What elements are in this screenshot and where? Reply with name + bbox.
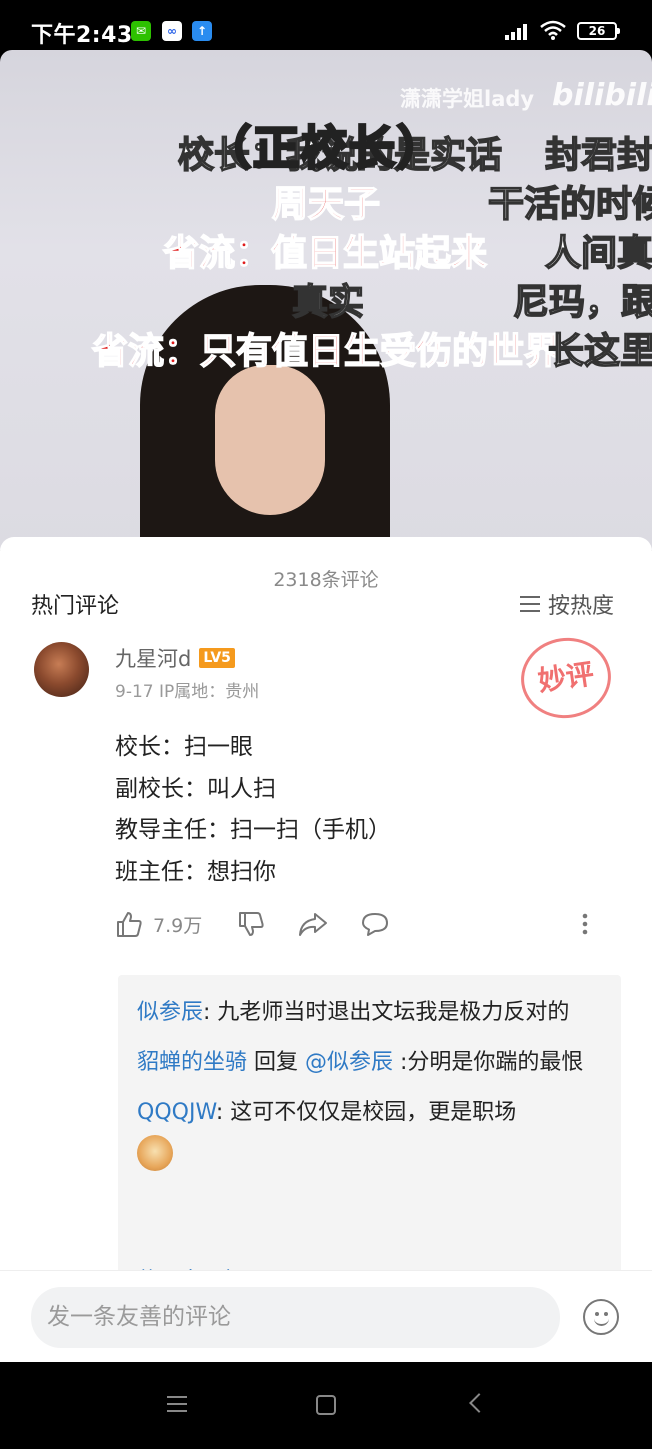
- sort-icon: [520, 596, 540, 612]
- home-icon[interactable]: [316, 1395, 336, 1415]
- danmaku-item: （正校长）: [204, 121, 445, 175]
- level-badge: LV5: [199, 648, 235, 668]
- battery-indicator: 26: [577, 22, 620, 40]
- comment-line: 校长：扫一眼: [115, 734, 253, 760]
- comment-bubble-icon: [362, 913, 388, 936]
- emoji-icon[interactable]: [583, 1299, 619, 1335]
- featured-comment-stamp: 妙评: [515, 632, 617, 724]
- share-button[interactable]: [298, 909, 328, 939]
- reply-text: : 这可不仅仅是校园，更是职场: [215, 1100, 517, 1125]
- reply-text: :分明是你踹的最恨: [393, 1050, 584, 1075]
- comment-body: 校长：扫一眼 副校长：叫人扫 教导主任：扫一扫（手机） 班主任：想扫你: [115, 727, 391, 893]
- more-options-button[interactable]: [578, 909, 592, 939]
- more-vertical-icon: [582, 913, 588, 935]
- hot-comments-heading: 热门评论: [31, 594, 120, 619]
- like-count: 7.9万: [153, 914, 203, 937]
- comment-author[interactable]: 九星河d LV5: [115, 643, 235, 673]
- video-player[interactable]: 潇潇学姐lady bilibili 校长：我说的是实话 （正校长） 封君封 周天…: [0, 50, 652, 550]
- reply-author[interactable]: 貂蝉的坐骑: [137, 1050, 247, 1075]
- comment-input[interactable]: 发一条友善的评论: [31, 1287, 560, 1348]
- danmaku-item: 干活的时候: [487, 184, 652, 226]
- danmaku-item: 省流：只有值日生受伤的世界: [91, 331, 561, 373]
- comment-panel: 2318条评论 热门评论 按热度 九星河d LV5 9-17 IP属地：贵州 妙…: [0, 537, 652, 1362]
- comment-line: 教导主任：扫一扫（手机）: [115, 817, 391, 843]
- signal-icon: [505, 24, 527, 40]
- share-icon: [299, 913, 327, 936]
- reply-mention[interactable]: @似参辰: [305, 1050, 393, 1075]
- wifi-icon: [540, 20, 566, 40]
- danmaku-item: 真实: [291, 282, 365, 324]
- reply-item: 似参辰: 九老师当时退出文坛我是极力反对的: [137, 993, 601, 1033]
- reply-item: 貂蝉的坐骑 回复 @似参辰 :分明是你踹的最恨: [137, 1043, 601, 1083]
- status-time: 下午2:43: [31, 23, 133, 48]
- wechat-notification-icon: ✉: [131, 21, 151, 41]
- avatar[interactable]: [34, 642, 89, 697]
- like-button[interactable]: [115, 909, 143, 939]
- danmaku-item: 封君封: [544, 135, 652, 177]
- comment-actions: 7.9万: [115, 909, 615, 939]
- back-icon[interactable]: [469, 1393, 489, 1413]
- cloud-notification-icon: ∞: [162, 21, 182, 41]
- reply-author[interactable]: QQQJW: [137, 1100, 216, 1125]
- video-person: [140, 285, 390, 550]
- danmaku-item: 长这里: [547, 331, 652, 373]
- doge-emoji-icon: [137, 1135, 173, 1171]
- thumbs-down-icon: [239, 912, 264, 936]
- danmaku-item: 尼玛，跟: [512, 282, 652, 324]
- username: 九星河d: [115, 647, 192, 671]
- thumbs-up-icon: [117, 912, 142, 937]
- reply-thread[interactable]: 似参辰: 九老师当时退出文坛我是极力反对的 貂蝉的坐骑 回复 @似参辰 :分明是…: [118, 975, 621, 1285]
- bilibili-logo: bilibili: [552, 78, 652, 113]
- sort-label: 按热度: [548, 594, 615, 619]
- comment-input-bar: 发一条友善的评论: [0, 1270, 652, 1362]
- danmaku-item: 省流：值日生站起来: [162, 233, 488, 275]
- system-nav-bar: [0, 1362, 652, 1449]
- video-watermark: 潇潇学姐lady: [400, 87, 535, 111]
- reply-author[interactable]: 似参辰: [137, 1000, 203, 1025]
- reply-word: 回复: [247, 1050, 306, 1075]
- reply-text: : 九老师当时退出文坛我是极力反对的: [203, 1000, 570, 1025]
- reply-button[interactable]: [360, 909, 390, 939]
- comment-line: 副校长：叫人扫: [115, 775, 276, 802]
- comment-line: 班主任：想扫你: [115, 858, 276, 885]
- recents-icon[interactable]: [167, 1396, 187, 1412]
- danmaku-item: 人间真: [544, 233, 652, 275]
- reply-item: QQQJW: 这可不仅仅是校园，更是职场: [137, 1093, 601, 1173]
- comment-meta: 9-17 IP属地：贵州: [115, 682, 260, 702]
- danmaku-item: 周天子: [271, 184, 381, 226]
- upload-notification-icon: ↑: [192, 21, 212, 41]
- sort-by-hot-button[interactable]: 按热度: [520, 588, 614, 620]
- dislike-button[interactable]: [237, 909, 265, 939]
